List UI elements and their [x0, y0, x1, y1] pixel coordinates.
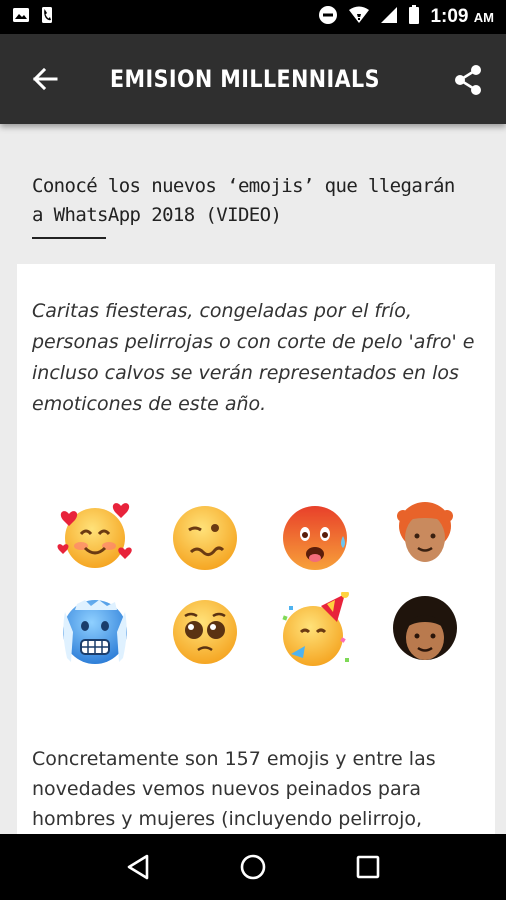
article-card: Caritas fiesteras, congeladas por el frí… [17, 264, 495, 834]
signal-icon [380, 6, 398, 28]
recents-square-icon [357, 855, 380, 879]
article-body: Concretamente son 157 emojis y entre las… [32, 748, 436, 830]
do-not-disturb-icon [318, 5, 338, 29]
back-triangle-icon [127, 854, 148, 880]
page-title: EMISION MILLENNIALS [110, 65, 380, 93]
cold-face-emoji [63, 600, 127, 664]
arrow-back-icon [32, 67, 58, 91]
status-time: 1:09 AM [430, 6, 494, 28]
smiling-face-with-hearts-emoji [57, 503, 132, 568]
home-circle-icon [240, 854, 266, 880]
share-button[interactable] [448, 60, 488, 100]
back-button[interactable] [0, 34, 90, 124]
hot-face-emoji [283, 506, 347, 570]
nav-home-button[interactable] [228, 842, 278, 892]
time-ampm: AM [473, 10, 494, 25]
share-icon [455, 65, 481, 95]
nav-recents-button[interactable] [343, 842, 393, 892]
person-curly-hair-emoji [393, 596, 457, 660]
time-value: 1:09 [430, 6, 469, 27]
battery-icon [408, 5, 420, 29]
article-headline: Conocé los nuevos ‘emojis’ que llegarán … [32, 175, 455, 226]
system-nav-bar [0, 834, 506, 900]
article-lead: Caritas fiesteras, congeladas por el frí… [32, 300, 475, 415]
status-left [12, 6, 54, 28]
image-icon [12, 6, 30, 28]
partying-face-emoji [282, 592, 349, 666]
pleading-face-emoji [173, 600, 237, 664]
person-red-hair-emoji [397, 502, 453, 562]
emoji-image [37, 496, 477, 676]
wifi-icon [348, 6, 370, 28]
status-right: 1:09 AM [318, 5, 494, 29]
phone-icon [40, 6, 54, 28]
nav-back-button[interactable] [113, 842, 163, 892]
status-bar: 1:09 AM [0, 0, 506, 34]
headline-divider [32, 237, 106, 239]
woozy-face-emoji [173, 506, 237, 570]
app-bar: EMISION MILLENNIALS [0, 34, 506, 124]
article-content[interactable]: Conocé los nuevos ‘emojis’ que llegarán … [0, 124, 506, 834]
